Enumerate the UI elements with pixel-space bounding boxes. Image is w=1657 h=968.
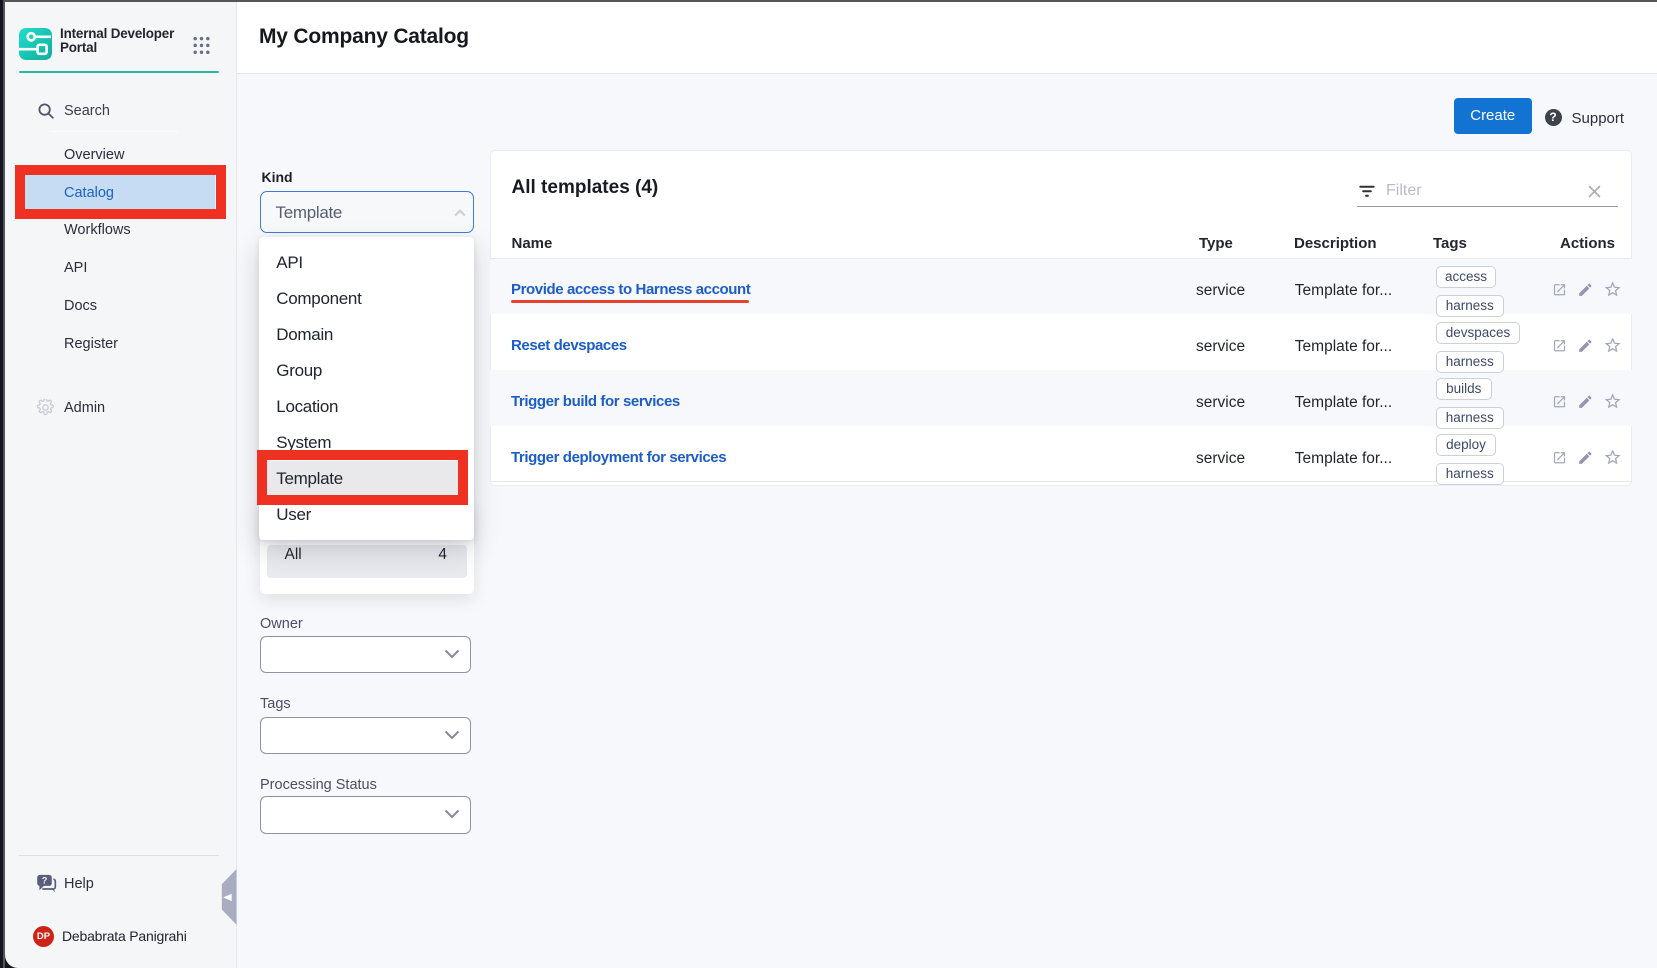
svg-text:?: ? <box>41 875 47 885</box>
